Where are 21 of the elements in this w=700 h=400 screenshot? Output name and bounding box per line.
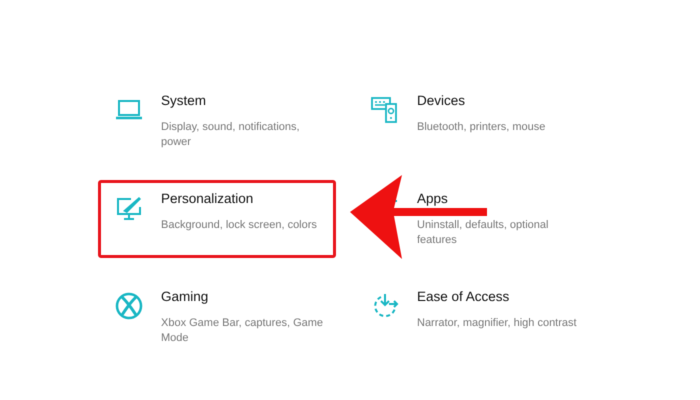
category-description: Narrator, magnifier, high contrast <box>417 316 577 331</box>
category-title: Devices <box>417 93 466 108</box>
category-description: Bluetooth, printers, mouse <box>417 120 546 135</box>
keyboard-speaker-icon <box>371 96 399 124</box>
brush-monitor-icon <box>115 194 143 222</box>
timer-icon <box>371 292 399 320</box>
category-description: Uninstall, defaults, optional features <box>417 218 550 248</box>
category-title: System <box>161 93 208 108</box>
category-title: Ease of Access <box>417 289 510 304</box>
category-description: Background, lock screen, colors <box>161 218 317 233</box>
category-title: Personalization <box>161 191 254 206</box>
category-title: Gaming <box>161 289 210 304</box>
settings-category[interactable]: Devices Bluetooth, printers, mouse <box>354 82 590 160</box>
settings-category[interactable]: System Display, sound, notifications, power <box>98 82 336 160</box>
category-title: Apps <box>417 191 449 206</box>
settings-category[interactable]: Gaming Xbox Game Bar, captures, Game Mode <box>98 278 336 356</box>
category-description: Xbox Game Bar, captures, Game Mode <box>161 316 324 346</box>
settings-category[interactable]: Personalization Background, lock screen, colors <box>98 180 336 258</box>
xbox-icon <box>115 292 143 320</box>
category-description: Display, sound, notifications, power <box>161 120 301 150</box>
settings-category[interactable]: Ease of Access Narrator, magnifier, high contrast <box>354 278 590 356</box>
